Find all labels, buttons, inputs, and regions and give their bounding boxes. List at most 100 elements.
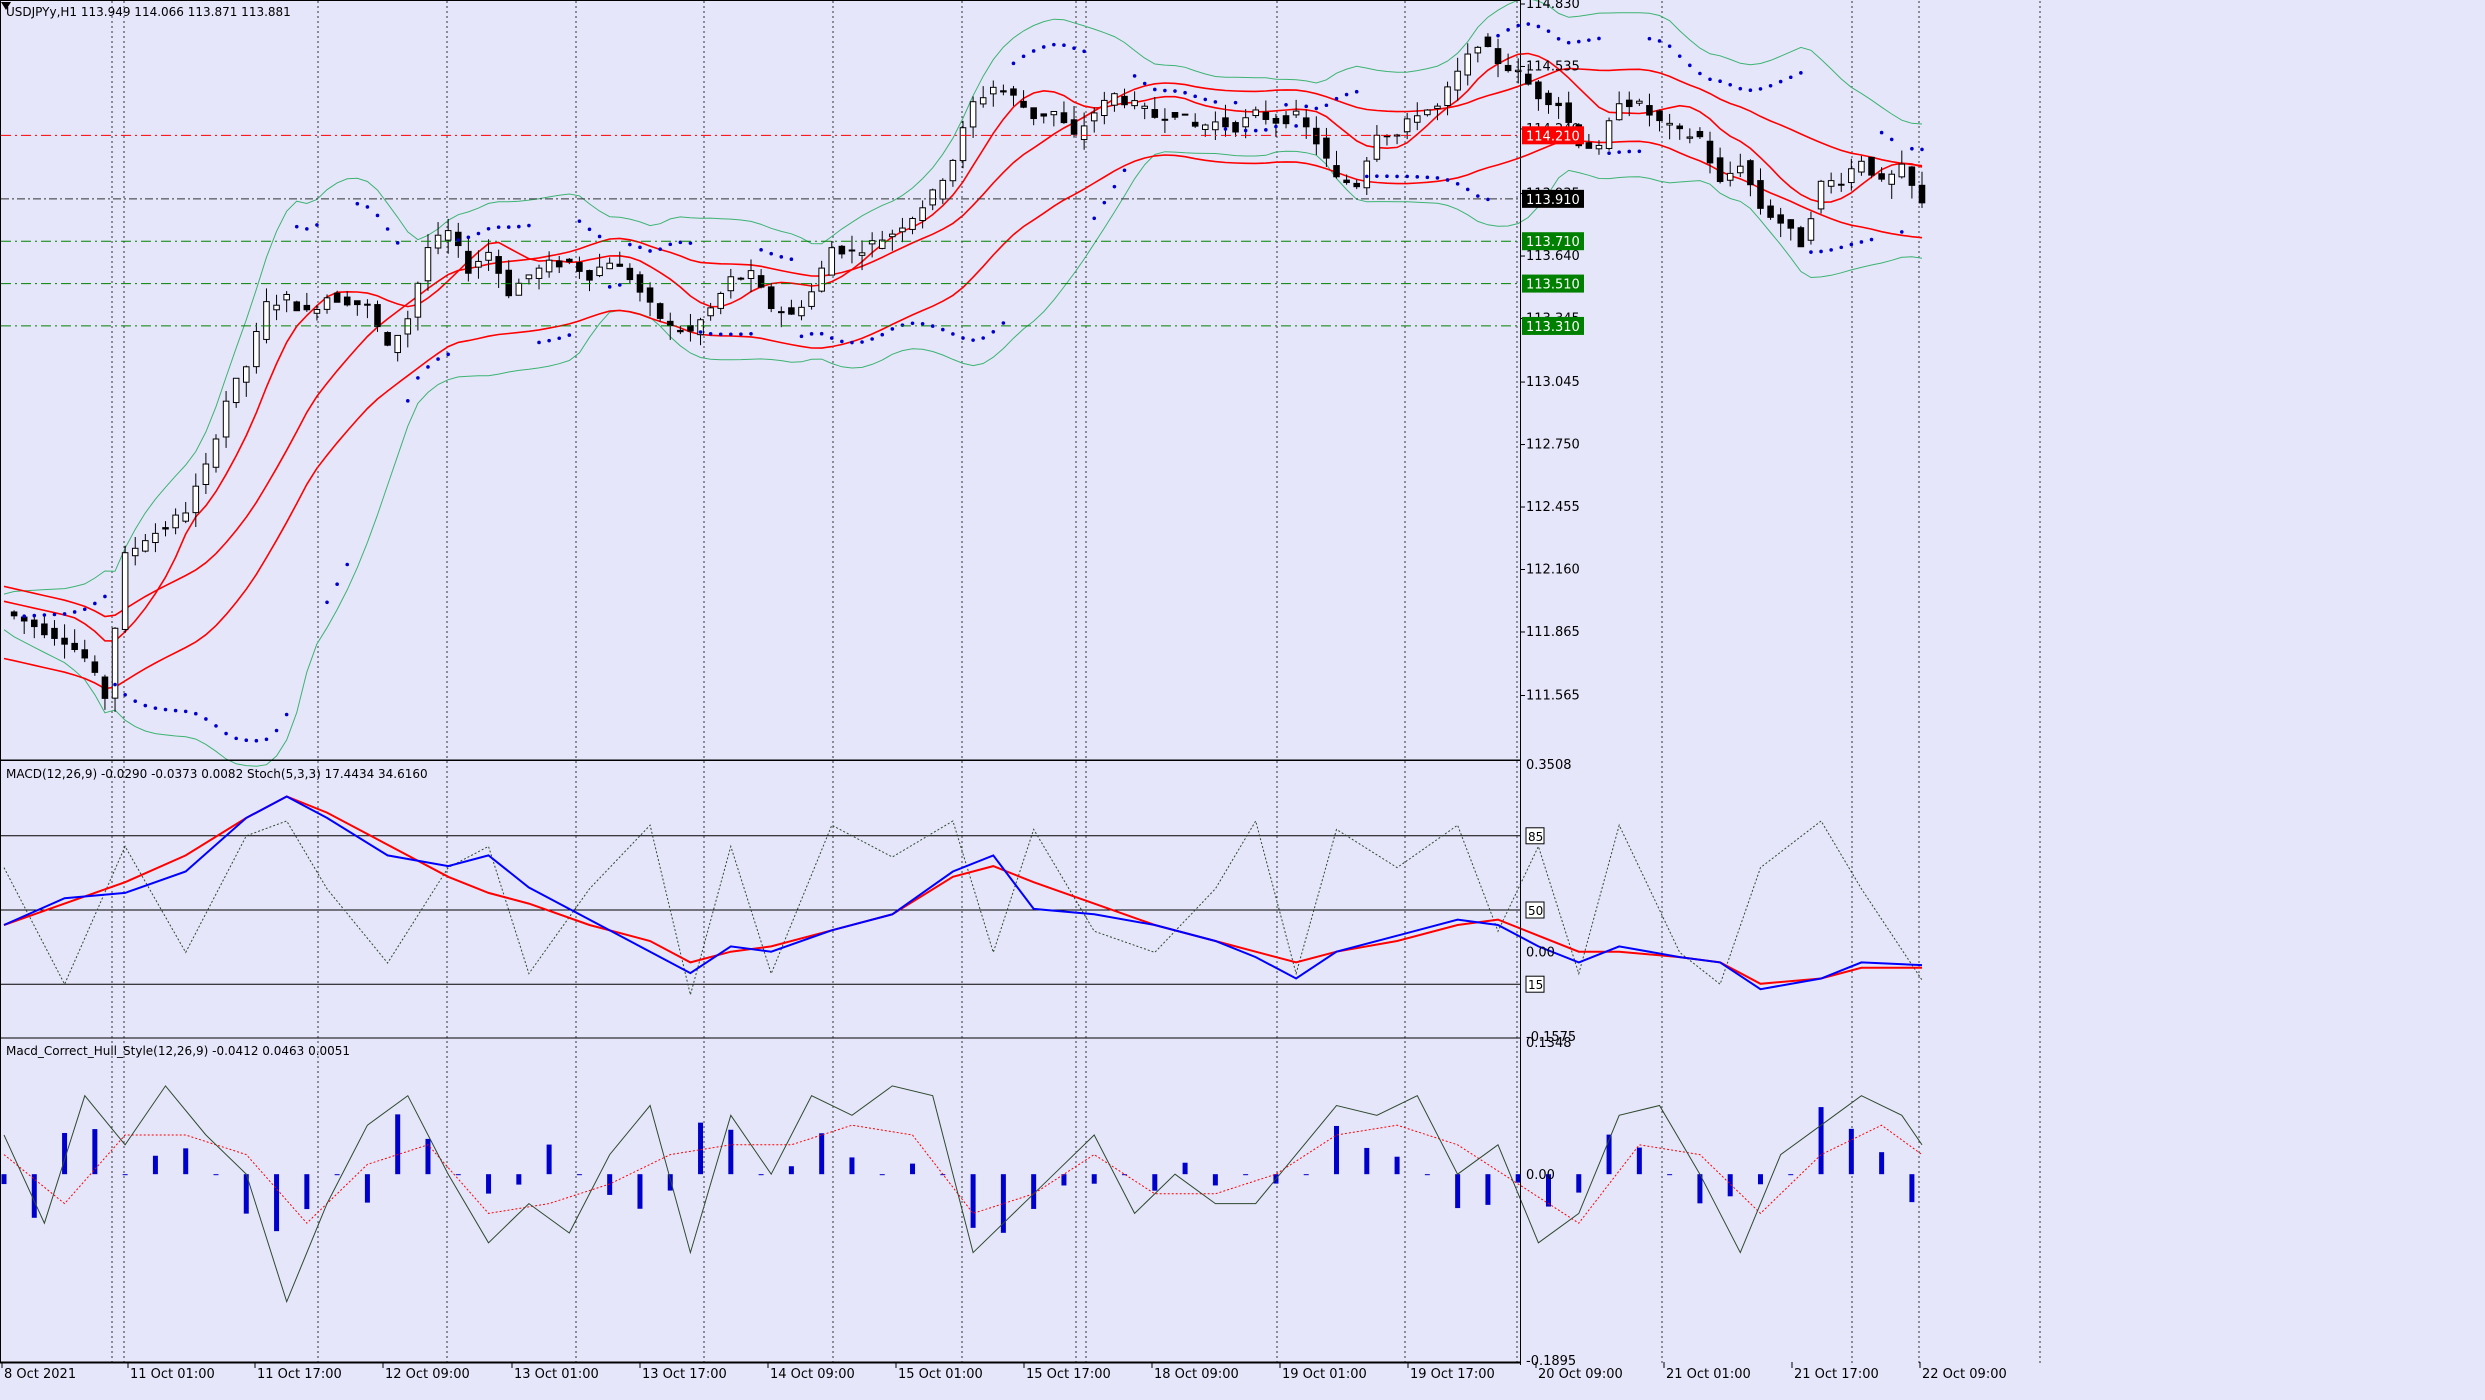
sar-dot <box>799 334 804 339</box>
candle[interactable] <box>656 302 664 322</box>
sar-dot <box>1778 79 1783 84</box>
bear-candle-body <box>1494 48 1502 65</box>
bull-candle-body <box>1595 144 1603 150</box>
sar-dot <box>1879 130 1884 135</box>
time-tick-label: 19 Oct 01:00 <box>1282 1367 1367 1382</box>
sar-dot <box>789 257 794 261</box>
sar-dot <box>597 234 602 239</box>
sar-dot <box>204 717 208 721</box>
histogram-bar <box>1879 1152 1885 1175</box>
histogram-bar <box>1848 1128 1854 1175</box>
candle[interactable] <box>121 545 129 633</box>
histogram-bar <box>698 1122 704 1175</box>
sar-dot <box>1465 187 1470 192</box>
sar-dot <box>860 340 864 344</box>
price-tick-label: 112.750 <box>1526 438 1580 453</box>
bear-candle-body <box>1908 166 1916 186</box>
sar-dot <box>1385 174 1389 179</box>
bear-candle-body <box>1313 127 1320 145</box>
bear-candle-body <box>1070 119 1078 135</box>
histogram-bar <box>274 1174 280 1232</box>
bull-candle-body <box>111 627 119 699</box>
bear-candle-body <box>10 611 18 617</box>
sar-dot <box>1294 124 1298 128</box>
bull-candle-body <box>858 252 866 256</box>
sar-dot <box>1587 38 1591 42</box>
candle[interactable] <box>1868 156 1875 179</box>
histogram-bar <box>637 1174 643 1209</box>
bull-candle-body <box>848 249 856 252</box>
histogram-bar <box>576 1174 582 1176</box>
histogram-bar <box>1334 1125 1340 1175</box>
time-tick-label: 14 Oct 09:00 <box>770 1367 855 1382</box>
sar-dot <box>628 242 632 247</box>
histogram-bar <box>1576 1174 1582 1193</box>
time-tick-label: 21 Oct 01:00 <box>1666 1367 1751 1382</box>
candle[interactable] <box>212 434 220 473</box>
level-badge-label: 113.710 <box>1526 235 1580 250</box>
sar-dot <box>446 352 450 357</box>
sar-dot <box>1001 321 1006 325</box>
bull-candle-body <box>1141 105 1148 109</box>
candle[interactable] <box>1181 113 1189 116</box>
histogram-bar <box>1424 1174 1430 1176</box>
sar-dot <box>567 333 572 337</box>
bear-candle-body <box>1625 99 1633 108</box>
sar-dot <box>1677 54 1682 58</box>
histogram-bar <box>213 1174 219 1176</box>
bull-candle-body <box>990 86 997 95</box>
sar-dot <box>890 327 895 331</box>
sar-dot <box>1021 54 1026 59</box>
candle[interactable] <box>1797 225 1805 248</box>
sar-dot <box>1082 49 1086 54</box>
time-tick-label: 12 Oct 09:00 <box>385 1367 470 1382</box>
sar-dot <box>1708 77 1712 82</box>
sar-dot <box>779 255 784 259</box>
bear-candle-body <box>1565 102 1572 123</box>
bull-candle-body <box>263 301 270 340</box>
sar-dot <box>1445 178 1450 182</box>
sar-dot <box>718 332 723 337</box>
histogram-bar <box>1394 1156 1400 1175</box>
histogram-bar <box>152 1155 158 1175</box>
level-badge-label: 113.310 <box>1526 320 1580 335</box>
bear-candle-body <box>1262 111 1270 120</box>
histogram-bar <box>910 1163 916 1175</box>
sar-dot <box>1627 149 1632 154</box>
sar-dot <box>648 249 652 253</box>
sar-dot <box>1576 39 1581 44</box>
bull-candle-body <box>818 267 825 292</box>
histogram-bar <box>546 1144 552 1175</box>
candle[interactable] <box>1605 117 1613 151</box>
trading-chart[interactable]: 855015 114.830114.535114.240113.935113.6… <box>0 0 2485 1395</box>
sar-dot <box>941 327 945 332</box>
candle[interactable] <box>1817 179 1825 214</box>
sar-dot <box>1496 33 1500 38</box>
bull-candle-body <box>1636 100 1643 104</box>
histogram-bar <box>607 1174 613 1195</box>
candle[interactable] <box>384 331 391 347</box>
sar-dot <box>1738 86 1743 91</box>
bear-candle-body <box>1000 90 1007 93</box>
sar-dot <box>1153 87 1157 92</box>
bull-candle-body <box>889 233 896 238</box>
bull-candle-body <box>202 463 210 485</box>
bull-candle-body <box>283 293 290 301</box>
time-tick-label: 22 Oct 09:00 <box>1922 1367 2007 1382</box>
sar-dot <box>82 607 87 612</box>
bull-candle-body <box>939 179 947 200</box>
bull-candle-body <box>414 282 422 318</box>
sar-dot <box>1354 89 1359 94</box>
bull-candle-body <box>1090 112 1098 122</box>
time-tick-label: 11 Oct 01:00 <box>130 1367 215 1382</box>
sar-dot <box>749 331 753 336</box>
chart-canvas[interactable]: 855015 114.830114.535114.240113.935113.6… <box>0 0 2485 1395</box>
bull-candle-body <box>1080 125 1088 141</box>
candle[interactable] <box>293 300 301 312</box>
bear-candle-body <box>1030 107 1037 120</box>
sar-dot <box>1748 88 1753 93</box>
histogram-bar <box>1757 1174 1763 1185</box>
bull-candle-body <box>717 292 725 309</box>
candle[interactable] <box>767 283 775 313</box>
sar-dot <box>405 399 410 403</box>
